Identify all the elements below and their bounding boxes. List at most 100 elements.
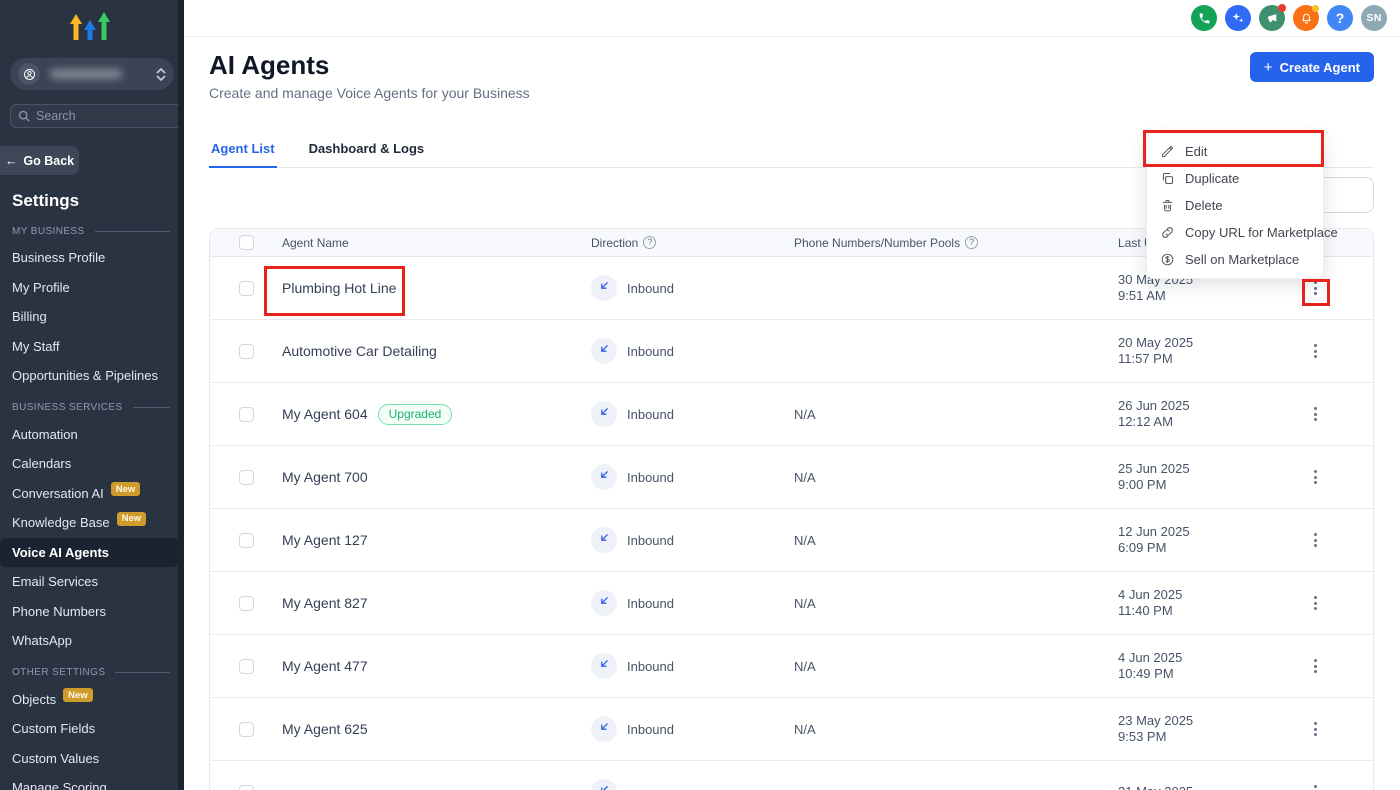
agent-name[interactable]: My Agent 625 xyxy=(282,721,368,737)
sidebar-item-objects[interactable]: ObjectsNew xyxy=(0,685,184,715)
row-menu-kebab-icon[interactable] xyxy=(1306,716,1325,742)
menu-item-sell-on-marketplace[interactable]: Sell on Marketplace xyxy=(1147,246,1323,273)
tab-dashboard-logs[interactable]: Dashboard & Logs xyxy=(307,140,427,167)
inbound-circle xyxy=(591,779,617,790)
direction-cell: Inbound xyxy=(591,653,794,679)
agent-name[interactable]: Automotive Car Detailing xyxy=(282,343,437,359)
tab-agent-list[interactable]: Agent List xyxy=(209,140,277,168)
select-all-checkbox[interactable] xyxy=(239,235,254,250)
agent-name[interactable]: Plumbing Hot Line xyxy=(282,280,396,296)
table-row-my-agent-604: My Agent 604UpgradedInboundN/A26 Jun 202… xyxy=(210,383,1373,446)
sidebar-item-my-profile[interactable]: My Profile xyxy=(0,273,184,303)
last-updated-cell: 23 May 20259:53 PM xyxy=(1118,713,1298,746)
announcements-button[interactable] xyxy=(1259,5,1285,31)
sidebar-item-opportunities-pipelines[interactable]: Opportunities & Pipelines xyxy=(0,361,184,391)
sidebar-item-calendars[interactable]: Calendars xyxy=(0,449,184,479)
phone-numbers-value: N/A xyxy=(794,470,816,485)
row-actions-cell xyxy=(1298,464,1373,490)
row-menu-kebab-icon[interactable] xyxy=(1306,527,1325,553)
phone-button[interactable] xyxy=(1191,5,1217,31)
sidebar-item-label: Objects xyxy=(12,692,56,707)
sidebar-item-conversation-ai[interactable]: Conversation AINew xyxy=(0,479,184,509)
menu-item-duplicate[interactable]: Duplicate xyxy=(1147,165,1323,192)
phone-numbers-help-icon[interactable]: ? xyxy=(965,236,978,249)
sidebar-item-whatsapp[interactable]: WhatsApp xyxy=(0,626,184,656)
inbound-circle xyxy=(591,527,617,553)
last-updated-date: 4 Jun 2025 xyxy=(1118,650,1298,667)
row-checkbox[interactable] xyxy=(239,722,254,737)
agent-name-cell: My Agent 700 xyxy=(282,469,591,485)
sidebar-item-label: Automation xyxy=(12,427,78,442)
section-label-text: BUSINESS SERVICES xyxy=(12,402,123,413)
inbound-circle xyxy=(591,464,617,490)
inbound-circle xyxy=(591,275,617,301)
new-badge: New xyxy=(117,512,147,526)
link-icon xyxy=(1160,225,1175,240)
search-input[interactable] xyxy=(36,109,184,123)
agent-name[interactable]: My Agent 477 xyxy=(282,658,368,674)
inbound-circle xyxy=(591,590,617,616)
menu-item-label: Edit xyxy=(1185,144,1207,159)
sidebar-item-automation[interactable]: Automation xyxy=(0,420,184,450)
row-checkbox[interactable] xyxy=(239,407,254,422)
sidebar-item-knowledge-base[interactable]: Knowledge BaseNew xyxy=(0,508,184,538)
agent-name[interactable]: My Agent 827 xyxy=(282,595,368,611)
direction-help-icon[interactable]: ? xyxy=(643,236,656,249)
sidebar-item-label: Voice AI Agents xyxy=(12,545,109,560)
row-menu-kebab-icon[interactable] xyxy=(1306,653,1325,679)
sidebar-item-label: Business Profile xyxy=(12,250,105,265)
user-avatar[interactable]: SN xyxy=(1361,5,1387,31)
row-actions-cell xyxy=(1298,401,1373,427)
row-checkbox[interactable] xyxy=(239,344,254,359)
sidebar-item-phone-numbers[interactable]: Phone Numbers xyxy=(0,597,184,627)
arrow-down-left-icon xyxy=(598,531,611,549)
row-menu-kebab-icon[interactable] xyxy=(1306,464,1325,490)
direction-label: Inbound xyxy=(627,344,674,359)
last-updated-time: 9:53 PM xyxy=(1118,729,1298,746)
row-menu-kebab-icon[interactable] xyxy=(1306,401,1325,427)
menu-item-delete[interactable]: Delete xyxy=(1147,192,1323,219)
sidebar-item-label: Phone Numbers xyxy=(12,604,106,619)
sidebar-item-my-staff[interactable]: My Staff xyxy=(0,332,184,362)
table-row-automotive-car-detailing: Automotive Car Detailing Inbound 20 May 20… xyxy=(210,320,1373,383)
direction-label: Inbound xyxy=(627,596,674,611)
row-checkbox[interactable] xyxy=(239,533,254,548)
sidebar-item-manage-scoring[interactable]: Manage Scoring xyxy=(0,773,184,790)
go-back-button[interactable]: ← Go Back xyxy=(0,146,79,175)
menu-item-copy-url-for-marketplace[interactable]: Copy URL for Marketplace xyxy=(1147,219,1323,246)
agent-name[interactable]: My Agent 604 xyxy=(282,406,368,422)
sidebar-item-voice-ai-agents[interactable]: Voice AI Agents xyxy=(0,538,179,568)
pencil-icon xyxy=(1160,144,1175,159)
checkbox-cell xyxy=(210,722,282,737)
row-menu-kebab-icon[interactable] xyxy=(1306,338,1325,364)
row-actions-cell xyxy=(1298,527,1373,553)
row-checkbox[interactable] xyxy=(239,659,254,674)
ai-assistant-button[interactable] xyxy=(1225,5,1251,31)
menu-item-edit[interactable]: Edit xyxy=(1147,138,1323,165)
sidebar-search-field[interactable]: ⌘ K xyxy=(10,104,184,128)
sidebar-item-business-profile[interactable]: Business Profile xyxy=(0,243,184,273)
notifications-button[interactable] xyxy=(1293,5,1319,31)
last-updated-time: 11:57 PM xyxy=(1118,351,1298,368)
last-updated-cell: 20 May 202511:57 PM xyxy=(1118,335,1298,368)
back-arrow-icon: ← xyxy=(5,154,18,168)
create-agent-button[interactable]: + Create Agent xyxy=(1250,52,1374,82)
app-window: ⌘ K ← Go Back Settings MY BUSINESSBusine… xyxy=(0,0,1400,790)
sidebar-item-billing[interactable]: Billing xyxy=(0,302,184,332)
row-checkbox[interactable] xyxy=(239,470,254,485)
agent-name[interactable]: My Agent 700 xyxy=(282,469,368,485)
agent-name[interactable]: My Agent 127 xyxy=(282,532,368,548)
row-checkbox[interactable] xyxy=(239,596,254,611)
last-updated-cell: 21 May 2025 xyxy=(1118,784,1298,790)
row-checkbox[interactable] xyxy=(239,785,254,790)
arrow-down-left-icon xyxy=(598,405,611,423)
help-button[interactable]: ? xyxy=(1327,5,1353,31)
account-switcher[interactable] xyxy=(10,58,174,90)
sidebar-item-email-services[interactable]: Email Services xyxy=(0,567,184,597)
row-checkbox[interactable] xyxy=(239,281,254,296)
agent-name-cell: My Agent 604Upgraded xyxy=(282,404,591,425)
sidebar-item-custom-fields[interactable]: Custom Fields xyxy=(0,714,184,744)
row-menu-kebab-icon[interactable] xyxy=(1306,590,1325,616)
row-menu-kebab-icon[interactable] xyxy=(1306,779,1325,790)
sidebar-item-custom-values[interactable]: Custom Values xyxy=(0,744,184,774)
